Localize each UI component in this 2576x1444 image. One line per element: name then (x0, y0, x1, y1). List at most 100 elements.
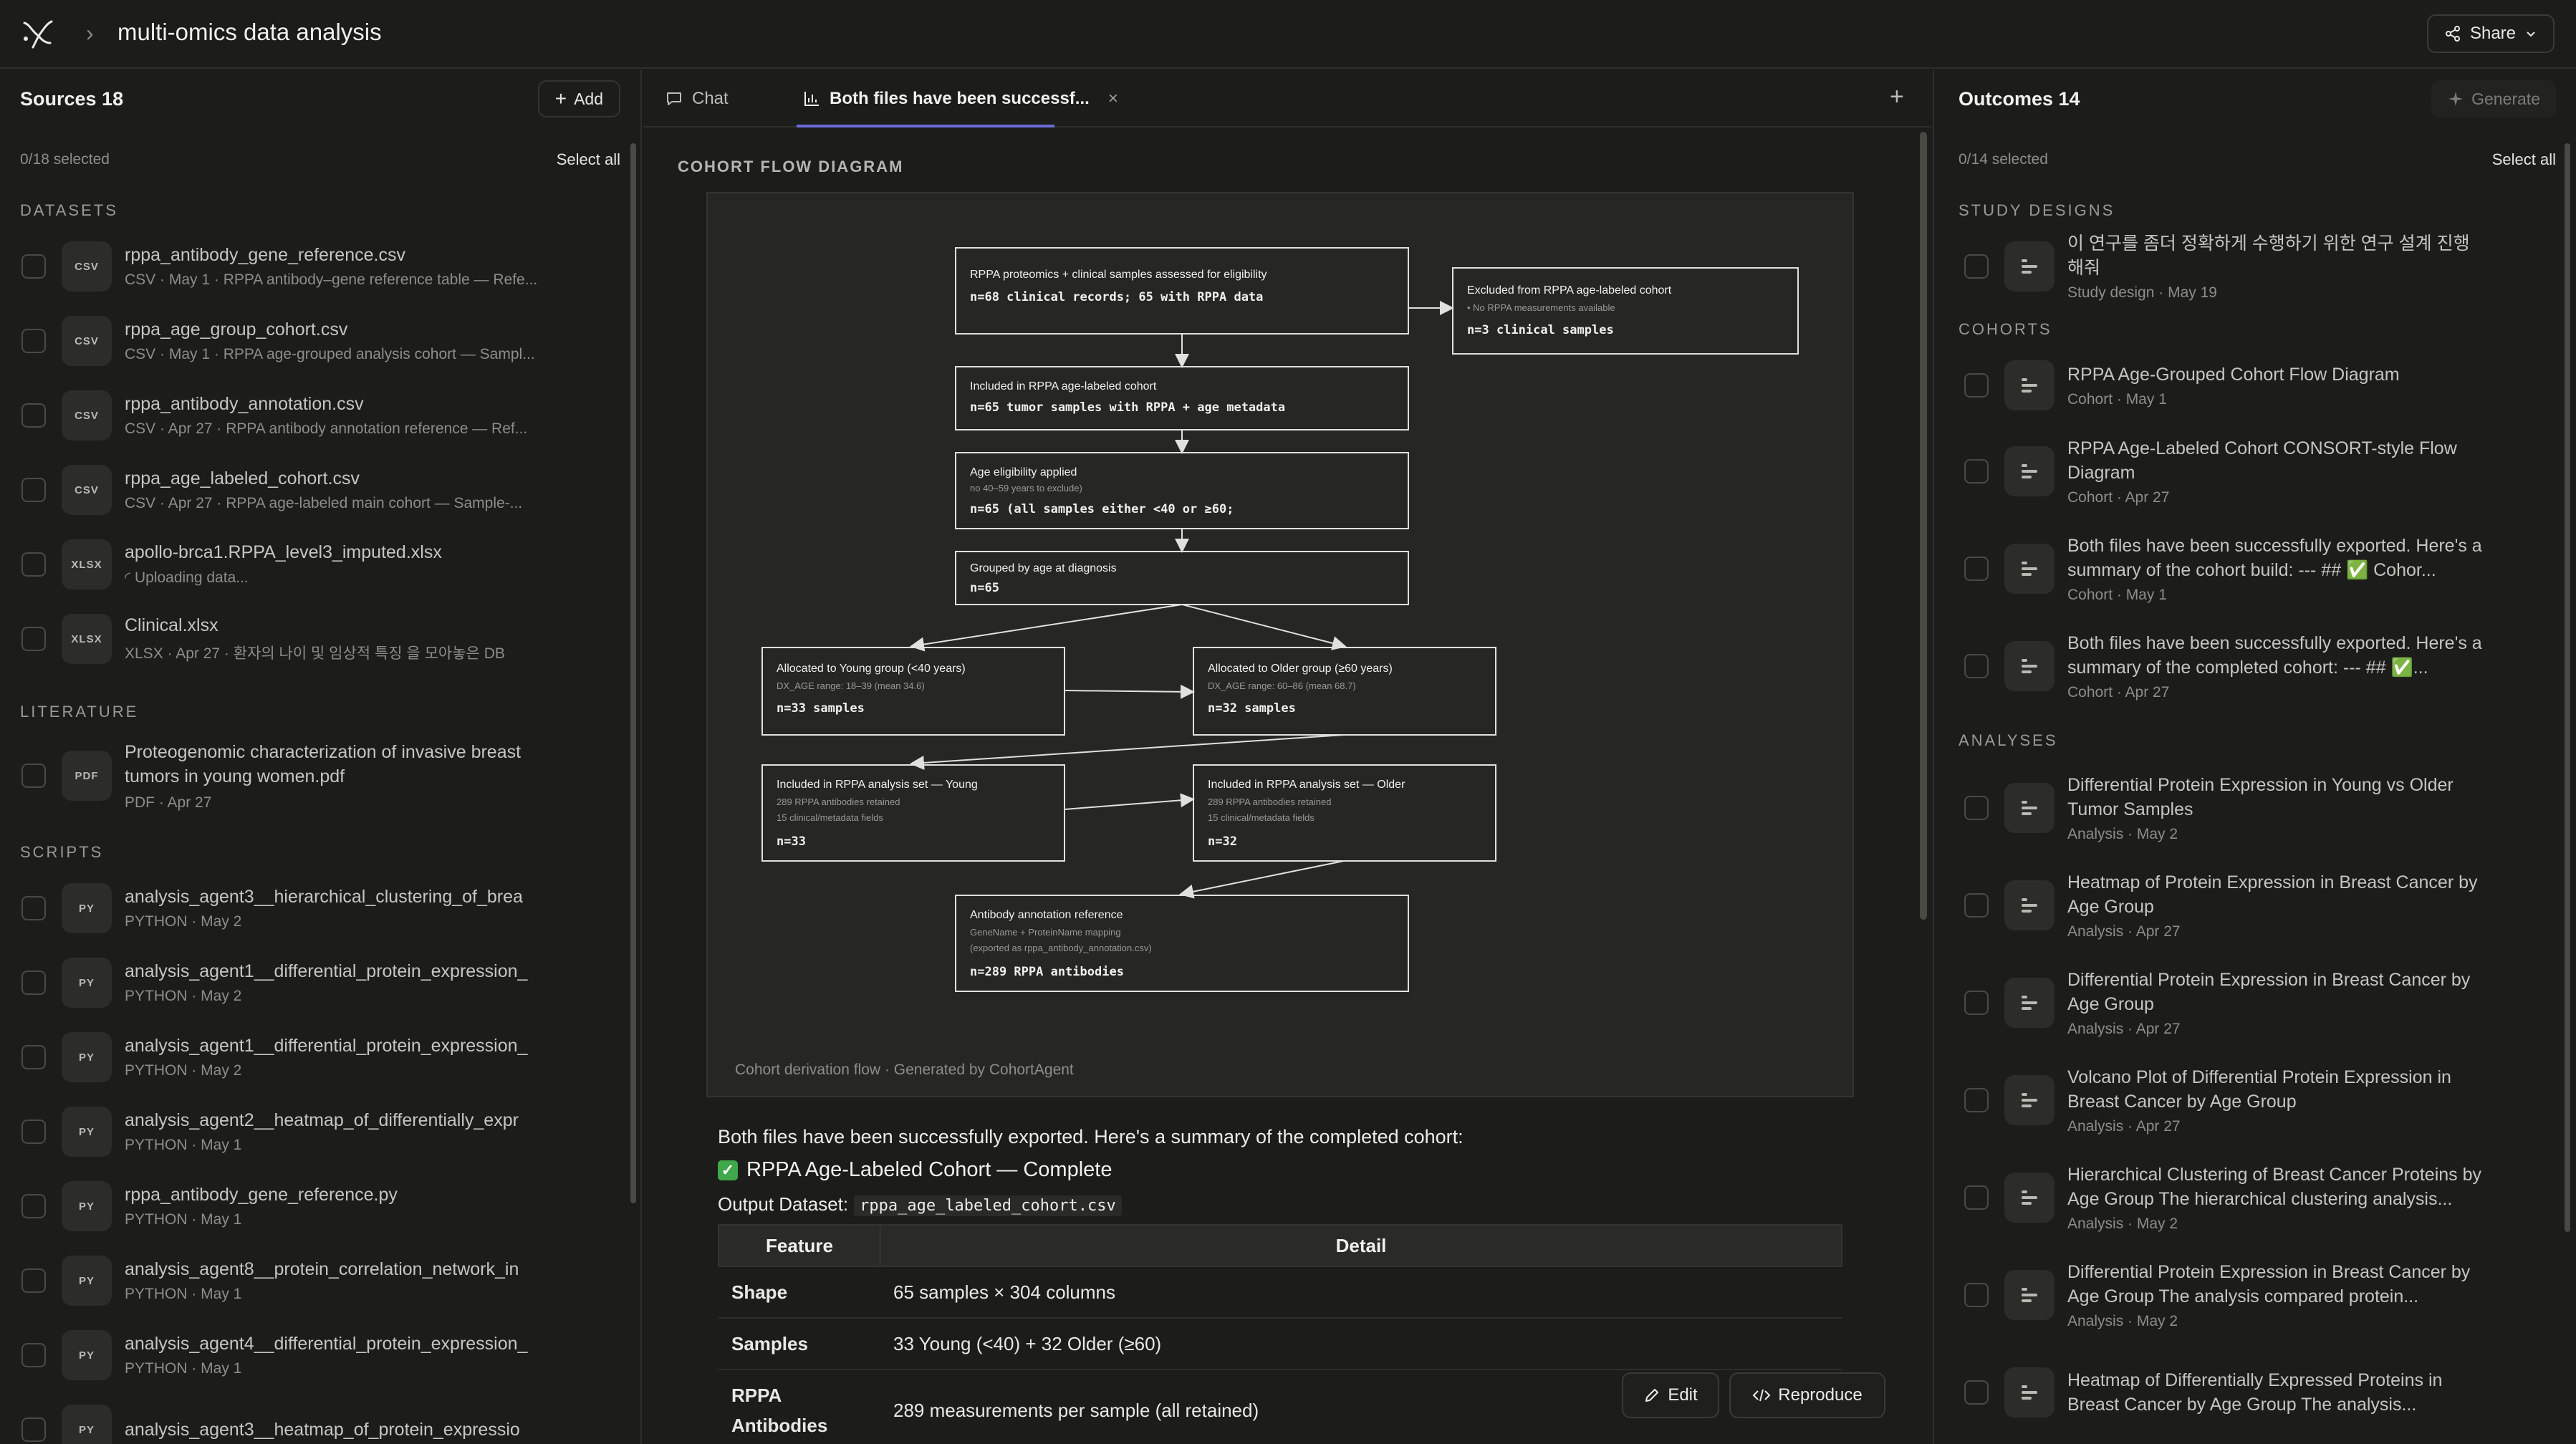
outcome-checkbox[interactable] (1964, 373, 1989, 398)
outcome-item[interactable]: Heatmap of Differentially Expressed Prot… (1934, 1344, 2576, 1441)
source-checkbox[interactable] (21, 329, 46, 353)
edit-button[interactable]: Edit (1622, 1372, 1719, 1418)
outcome-checkbox[interactable] (1964, 557, 1989, 581)
project-title[interactable]: multi-omics data analysis (117, 19, 382, 46)
chevron-down-icon (2527, 32, 2535, 37)
outcome-name: RPPA Age-Grouped Cohort Flow Diagram (2067, 365, 2400, 385)
outcome-checkbox[interactable] (1964, 796, 1989, 820)
outcome-text: Hierarchical Clustering of Breast Cancer… (2067, 1163, 2483, 1233)
outcome-checkbox[interactable] (1964, 1380, 1989, 1405)
source-checkbox[interactable] (21, 1269, 46, 1293)
top-bar: › multi-omics data analysis Share (0, 0, 2576, 69)
source-meta: CSV · May 1 · RPPA age-grouped analysis … (125, 346, 554, 363)
cohort-flow-diagram: RPPA proteomics + clinical samples asses… (761, 247, 1799, 992)
flow-text-young-n: n=33 samples (777, 701, 865, 716)
source-checkbox[interactable] (21, 764, 46, 788)
outcome-item[interactable]: Hierarchical Clustering of Breast Cancer… (1934, 1149, 2576, 1246)
source-item[interactable]: CSV rppa_antibody_gene_reference.csv CSV ·… (0, 229, 640, 304)
source-checkbox[interactable] (21, 403, 46, 428)
source-checkbox[interactable] (21, 971, 46, 995)
reproduce-label: Reproduce (1778, 1385, 1863, 1405)
source-checkbox[interactable] (21, 1120, 46, 1144)
source-meta-text: CSV · May 1 · RPPA age-grouped analysis … (125, 345, 535, 362)
tab-result[interactable]: Both files have been successf... × (802, 70, 1118, 127)
outcomes-selected-count: 0/14 selected (1959, 151, 2048, 168)
close-tab-icon[interactable]: × (1108, 89, 1118, 109)
figure-caption: Cohort derivation flow · Generated by Co… (735, 1062, 1074, 1078)
share-button[interactable]: Share (2427, 14, 2555, 53)
outcomes-title: Outcomes 14 (1959, 87, 2080, 110)
file-type-icon: XLSX (62, 539, 112, 589)
source-checkbox[interactable] (21, 627, 46, 651)
source-item[interactable]: PY analysis_agent1__differential_protein_… (0, 1020, 640, 1094)
outcome-item[interactable]: Volcano Plot of Differential Protein Exp… (1934, 1051, 2576, 1149)
source-checkbox[interactable] (21, 552, 46, 577)
source-meta-text: PYTHON · May 1 (125, 1285, 242, 1302)
source-item[interactable]: CSV rppa_antibody_annotation.csv CSV · Apr… (0, 378, 640, 453)
source-item[interactable]: PY analysis_agent4__differential_protein_… (0, 1318, 640, 1392)
source-text: rppa_antibody_annotation.csv CSV · Apr 27… (125, 394, 554, 438)
outcome-meta: Analysis · May 2 (2067, 826, 2178, 842)
cohort-list: RPPA Age-Grouped Cohort Flow Diagram Coho… (1934, 348, 2576, 715)
source-checkbox[interactable] (21, 1045, 46, 1069)
outcome-checkbox[interactable] (1964, 991, 1989, 1015)
sources-scrollbar[interactable] (630, 143, 636, 1203)
app-logo-icon[interactable] (20, 17, 56, 52)
outcome-item[interactable]: Differential Protein Expression in Breas… (1934, 954, 2576, 1051)
outcome-item[interactable]: RPPA Age-Grouped Cohort Flow Diagram Coho… (1934, 348, 2576, 423)
outcome-item[interactable]: Both files have been successfully export… (1934, 520, 2576, 617)
outcome-checkbox[interactable] (1964, 1185, 1989, 1210)
flow-text-young-sub: DX_AGE range: 18–39 (mean 34.6) (777, 680, 925, 691)
tab-bar: Chat Both files have been successf... × … (643, 70, 1931, 127)
generate-button[interactable]: Generate (2431, 80, 2556, 117)
outcome-item[interactable]: Heatmap of Protein Expression in Breast … (1934, 857, 2576, 954)
edit-label: Edit (1668, 1385, 1698, 1405)
source-checkbox[interactable] (21, 1343, 46, 1367)
source-item[interactable]: PDF Proteogenomic characterization of inv… (0, 731, 640, 821)
source-checkbox[interactable] (21, 478, 46, 502)
source-item[interactable]: PY analysis_agent3__hierarchical_clusteri… (0, 871, 640, 945)
outcome-checkbox[interactable] (1964, 459, 1989, 483)
flow-text-b2-title: Included in RPPA age-labeled cohort (970, 380, 1157, 393)
outcome-meta: Study design · May 19 (2067, 284, 2217, 301)
new-tab-plus-icon[interactable]: + (1890, 83, 1904, 111)
select-all-outcomes-button[interactable]: Select all (2492, 150, 2556, 169)
outcomes-scrollbar[interactable] (2565, 143, 2570, 1232)
source-item[interactable]: PY analysis_agent8__protein_correlation_n… (0, 1243, 640, 1318)
outcome-type-icon (2004, 544, 2054, 594)
outcome-item[interactable]: Both files have been successfully export… (1934, 617, 2576, 715)
outcome-item[interactable]: RPPA Age-Labeled Cohort CONSORT-style Fl… (1934, 423, 2576, 520)
add-label: Add (574, 89, 603, 108)
outcome-checkbox[interactable] (1964, 1088, 1989, 1112)
source-item[interactable]: PY analysis_agent1__differential_protein_… (0, 945, 640, 1020)
outcome-checkbox[interactable] (1964, 654, 1989, 678)
outcome-item[interactable]: Differential Protein Expression in Young… (1934, 759, 2576, 857)
flow-box-included (955, 366, 1409, 430)
select-all-sources-button[interactable]: Select all (557, 150, 620, 169)
source-text: analysis_agent1__differential_protein_ex… (125, 961, 554, 1005)
source-item[interactable]: PY analysis_agent2__heatmap_of_differenti… (0, 1094, 640, 1169)
source-item[interactable]: CSV rppa_age_labeled_cohort.csv CSV · Apr … (0, 453, 640, 527)
outcome-checkbox[interactable] (1964, 1283, 1989, 1307)
file-type-icon: CSV (62, 390, 112, 441)
outcome-item[interactable]: Differential Protein Expression in Breas… (1934, 1246, 2576, 1344)
reproduce-button[interactable]: Reproduce (1729, 1372, 1885, 1418)
outcome-checkbox[interactable] (1964, 254, 1989, 279)
outcome-meta: Analysis · May 2 (2067, 1313, 2178, 1329)
source-item[interactable]: XLSX Clinical.xlsx XLSX · Apr 27 · 환자의 나이 … (0, 602, 640, 676)
source-item[interactable]: XLSX apollo-brca1.RPPA_level3_imputed.xls… (0, 527, 640, 602)
content-scrollbar[interactable] (1920, 132, 1927, 920)
source-checkbox[interactable] (21, 254, 46, 279)
source-item[interactable]: PY analysis_agent3__heatmap_of_protein_ex… (0, 1392, 640, 1444)
source-checkbox[interactable] (21, 896, 46, 920)
add-source-button[interactable]: + Add (537, 80, 620, 117)
outcome-item[interactable]: 이 연구를 좀더 정확하게 수행하기 위한 연구 설계 진행해줘 Study de… (1934, 229, 2576, 304)
outcome-checkbox[interactable] (1964, 893, 1989, 918)
col-feature: Feature (718, 1224, 881, 1267)
source-item[interactable]: CSV rppa_age_group_cohort.csv CSV · May 1 … (0, 304, 640, 378)
tab-chat[interactable]: Chat (665, 70, 729, 127)
source-checkbox[interactable] (21, 1417, 46, 1442)
source-checkbox[interactable] (21, 1194, 46, 1218)
file-type-icon: PY (62, 883, 112, 933)
source-item[interactable]: PY rppa_antibody_gene_reference.py PYTHON … (0, 1169, 640, 1243)
